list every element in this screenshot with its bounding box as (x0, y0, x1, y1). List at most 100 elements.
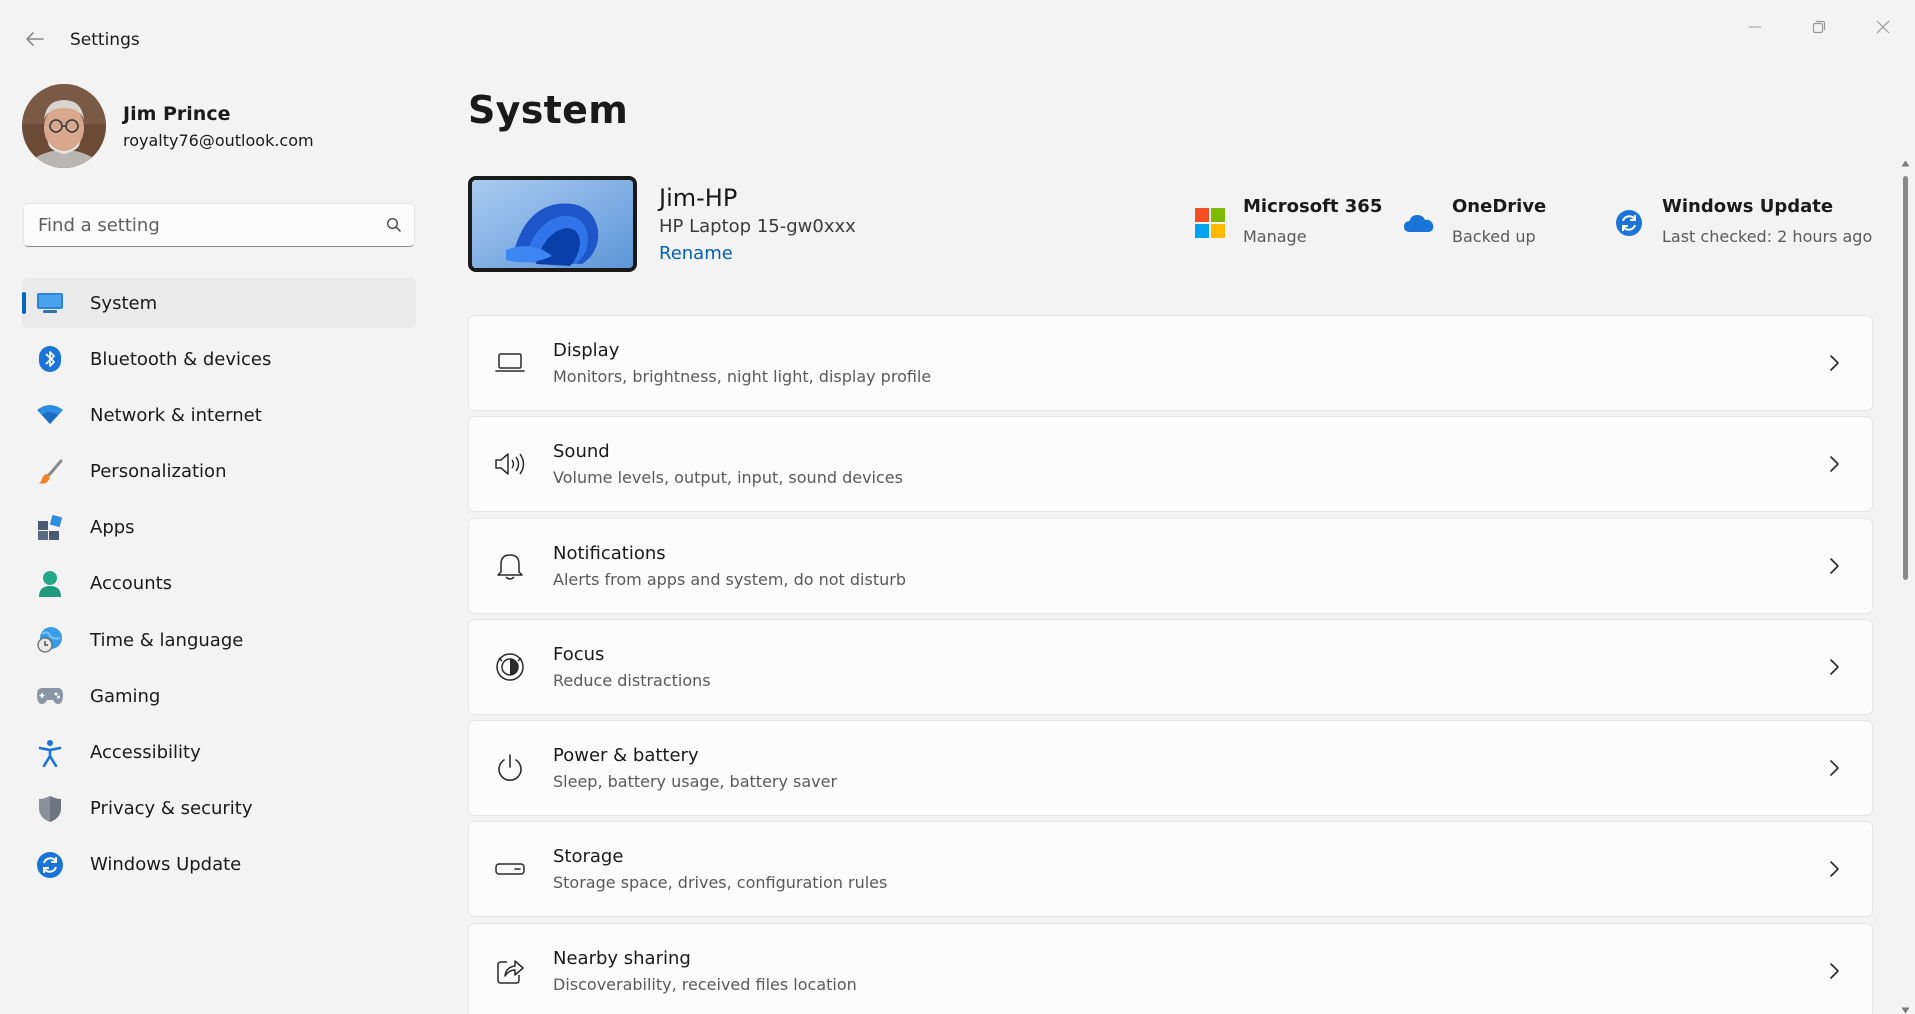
sidebar-item-label: Windows Update (90, 854, 242, 876)
minimize-button[interactable] (1723, 8, 1787, 46)
card-focus[interactable]: Focus Reduce distractions (468, 618, 1873, 715)
card-description: Storage space, drives, configuration rul… (553, 873, 888, 893)
settings-cards: Display Monitors, brightness, night ligh… (468, 315, 1873, 1014)
card-description: Volume levels, output, input, sound devi… (553, 468, 903, 488)
sidebar-nav: System Bluetooth & devices Network & int… (22, 278, 416, 896)
sidebar-item-accessibility[interactable]: Accessibility (22, 728, 416, 778)
chevron-right-icon (1822, 452, 1846, 476)
card-sound[interactable]: Sound Volume levels, output, input, soun… (468, 416, 1873, 513)
card-text: Power & battery Sleep, battery usage, ba… (553, 745, 1822, 791)
sidebar-item-time-language[interactable]: Time & language (22, 615, 416, 665)
quick-links: Microsoft 365 Manage OneDrive Backed up … (0, 196, 1915, 256)
chevron-right-icon (1822, 655, 1846, 679)
title-bar: Settings (0, 0, 1915, 76)
globe-clock-icon (36, 626, 64, 654)
gamepad-icon (36, 682, 64, 710)
shield-icon (36, 795, 64, 823)
card-storage[interactable]: Storage Storage space, drives, configura… (468, 821, 1873, 918)
card-text: Sound Volume levels, output, input, soun… (553, 441, 1822, 487)
accessibility-icon (36, 739, 64, 767)
sidebar-item-windows-update[interactable]: Windows Update (22, 840, 416, 890)
sidebar-item-personalization[interactable]: Personalization (22, 447, 416, 497)
card-display[interactable]: Display Monitors, brightness, night ligh… (468, 315, 1873, 411)
brush-icon (36, 458, 64, 486)
quick-link-onedrive[interactable]: OneDrive Backed up (1402, 196, 1546, 246)
card-title: Sound (553, 441, 610, 463)
system-icon (36, 289, 64, 317)
card-nearby-sharing[interactable]: Nearby sharing Discoverability, received… (468, 922, 1873, 1014)
scroll-down-arrow-icon[interactable] (1901, 1007, 1910, 1014)
chevron-right-icon (1822, 554, 1846, 578)
card-description: Reduce distractions (553, 670, 711, 690)
bell-icon (493, 549, 527, 583)
sidebar-item-gaming[interactable]: Gaming (22, 671, 416, 721)
quick-link-title: Microsoft 365 (1243, 196, 1383, 217)
card-title: Notifications (553, 542, 666, 564)
power-icon (493, 751, 527, 785)
chevron-right-icon (1822, 959, 1846, 983)
sidebar-item-label: Bluetooth & devices (90, 348, 272, 370)
quick-link-subtitle: Manage (1243, 227, 1307, 246)
chevron-right-icon (1822, 756, 1846, 780)
card-text: Focus Reduce distractions (553, 644, 1822, 690)
sidebar-item-label: Accessibility (90, 742, 201, 763)
windows-update-icon (36, 851, 64, 879)
card-power-battery[interactable]: Power & battery Sleep, battery usage, ba… (468, 720, 1873, 817)
user-profile[interactable]: Jim Prince royalty76@outlook.com (22, 84, 314, 168)
sidebar-item-label: Privacy & security (90, 798, 253, 820)
sidebar-item-label: System (90, 292, 158, 314)
scrollbar[interactable] (1899, 160, 1911, 1014)
chevron-right-icon (1822, 857, 1846, 881)
back-button[interactable] (18, 24, 52, 54)
speaker-icon (493, 447, 527, 481)
quick-link-text: Microsoft 365 Manage (1243, 196, 1382, 246)
sidebar-item-bluetooth-devices[interactable]: Bluetooth & devices (22, 334, 416, 384)
card-title: Focus (553, 643, 605, 665)
card-description: Discoverability, received files location (553, 974, 857, 994)
card-description: Monitors, brightness, night light, displ… (553, 367, 932, 386)
card-notifications[interactable]: Notifications Alerts from apps and syste… (468, 517, 1873, 614)
bluetooth-icon (36, 345, 64, 373)
card-text: Display Monitors, brightness, night ligh… (553, 340, 1822, 386)
sidebar-item-label: Apps (90, 517, 135, 539)
sidebar-item-label: Gaming (90, 685, 161, 707)
account-icon (36, 570, 64, 598)
avatar-photo-icon (22, 84, 106, 168)
restore-icon (1812, 20, 1826, 34)
scroll-up-arrow-icon[interactable] (1901, 160, 1910, 167)
windows-update-icon (1612, 206, 1646, 240)
app-title: Settings (70, 30, 140, 50)
card-text: Storage Storage space, drives, configura… (553, 846, 1822, 892)
quick-link-title: OneDrive (1452, 196, 1547, 217)
quick-link-subtitle: Backed up (1452, 227, 1536, 246)
back-arrow-icon (26, 32, 44, 46)
storage-icon (493, 852, 527, 886)
card-description: Alerts from apps and system, do not dist… (553, 569, 906, 589)
quick-link-text: Windows Update Last checked: 2 hours ago (1662, 196, 1872, 246)
focus-icon (493, 650, 527, 684)
sidebar-item-accounts[interactable]: Accounts (22, 559, 416, 609)
sidebar-item-apps[interactable]: Apps (22, 503, 416, 553)
laptop-icon (493, 346, 527, 380)
sidebar-item-system[interactable]: System (22, 278, 416, 328)
quick-link-windows-update[interactable]: Windows Update Last checked: 2 hours ago (1612, 196, 1872, 246)
card-title: Storage (553, 846, 624, 868)
user-email: royalty76@outlook.com (123, 130, 314, 150)
minimize-icon (1749, 26, 1761, 28)
onedrive-cloud-icon (1402, 206, 1436, 240)
card-title: Display (553, 340, 620, 361)
sidebar-item-network-internet[interactable]: Network & internet (22, 390, 416, 440)
scrollbar-thumb[interactable] (1903, 176, 1908, 580)
apps-icon (36, 514, 64, 542)
user-name: Jim Prince (123, 102, 231, 125)
sidebar-item-label: Network & internet (90, 404, 262, 426)
sidebar-item-privacy-security[interactable]: Privacy & security (22, 784, 416, 834)
close-button[interactable] (1851, 8, 1915, 46)
quick-link-subtitle: Last checked: 2 hours ago (1662, 227, 1873, 246)
restore-button[interactable] (1787, 8, 1851, 46)
sidebar-item-label: Personalization (90, 461, 227, 483)
sidebar-item-label: Time & language (90, 629, 244, 651)
card-title: Power & battery (553, 745, 699, 767)
avatar[interactable] (22, 84, 106, 168)
quick-link-microsoft-365[interactable]: Microsoft 365 Manage (1193, 196, 1382, 246)
